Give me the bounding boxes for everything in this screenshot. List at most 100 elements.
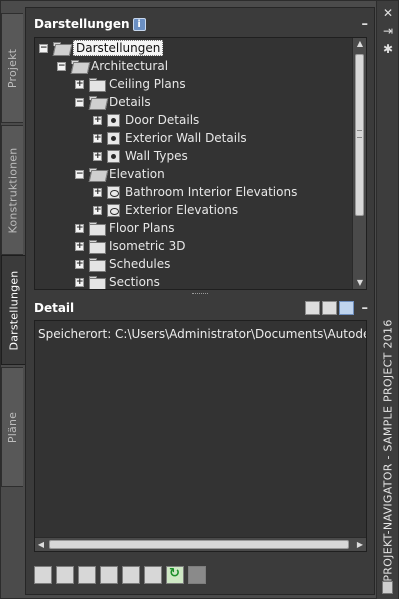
tree-label: Sections	[109, 275, 160, 289]
palette-tabs: Projekt Konstruktionen Darstellungen Plä…	[1, 13, 25, 588]
detail-view-icon	[107, 113, 120, 127]
tree-label: Exterior Elevations	[125, 203, 239, 217]
image-view-icon[interactable]	[338, 301, 354, 315]
new-view-icon[interactable]	[34, 566, 52, 584]
expand-toggle[interactable]: +	[75, 277, 84, 287]
folder-open-icon	[89, 96, 104, 108]
close-icon[interactable]: ✕	[382, 7, 394, 19]
tree-row-schedules[interactable]: + Schedules	[75, 255, 170, 273]
tree-label: Door Details	[125, 113, 200, 127]
expand-toggle[interactable]: +	[93, 115, 102, 125]
folder-icon	[89, 78, 106, 92]
tree-label: Elevation	[109, 167, 165, 181]
clipboard-icon[interactable]	[100, 566, 118, 584]
palette-menu-icon[interactable]	[382, 581, 393, 594]
tab-projekt[interactable]: Projekt	[1, 13, 23, 123]
new-category-icon[interactable]	[56, 566, 74, 584]
project-navigator-palette: Projekt Konstruktionen Darstellungen Plä…	[0, 0, 399, 599]
refresh-icon[interactable]	[166, 566, 184, 584]
tree-label: Darstellungen	[73, 40, 164, 56]
tab-darstellungen[interactable]: Darstellungen	[1, 255, 25, 365]
views-tree: − Darstellungen − Architectural + Ceilin…	[34, 37, 367, 290]
collapse-toggle[interactable]: −	[75, 169, 84, 179]
expand-toggle[interactable]: +	[75, 259, 84, 269]
tree-label: Wall Types	[125, 149, 188, 163]
tree-row-architectural[interactable]: − Architectural	[57, 57, 168, 75]
tree-row-door-details[interactable]: + Door Details	[93, 111, 199, 129]
detail-horizontal-scrollbar[interactable]: ◀ ▶	[35, 537, 366, 551]
expand-toggle[interactable]: +	[93, 205, 102, 215]
scroll-grip-icon	[357, 130, 362, 138]
views-panel-header: Darstellungen i –	[34, 14, 368, 34]
folder-open-icon	[71, 60, 86, 72]
detail-view-buttons	[304, 301, 354, 315]
folder-icon	[89, 240, 106, 254]
expand-toggle[interactable]: +	[93, 151, 102, 161]
tree-vertical-scrollbar[interactable]: ▲ ▼	[352, 38, 366, 289]
scroll-thumb[interactable]	[49, 540, 349, 549]
folder-icon	[89, 222, 106, 236]
detail-location-text: Speicherort: C:\Users\Administrator\Docu…	[38, 327, 367, 341]
palette-content: Darstellungen i – − Darstellungen − Arch…	[25, 7, 375, 595]
collapse-toggle[interactable]: −	[39, 43, 48, 53]
scroll-left-icon[interactable]: ◀	[35, 538, 47, 551]
open-view-icon[interactable]	[78, 566, 96, 584]
expand-toggle[interactable]: +	[75, 223, 84, 233]
palette-title-bar[interactable]: ✕ ⇥ ✱ PROJEKT-NAVIGATOR - SAMPLE PROJECT…	[376, 1, 398, 599]
properties-icon[interactable]: ✱	[382, 43, 394, 55]
tree-label: Architectural	[91, 59, 169, 73]
scroll-right-icon[interactable]: ▶	[354, 538, 366, 551]
tree-row-sections[interactable]: + Sections	[75, 273, 160, 289]
detail-area: Speicherort: C:\Users\Administrator\Docu…	[34, 320, 367, 552]
tree-row-details[interactable]: − Details	[75, 93, 151, 111]
tree-label: Bathroom Interior Elevations	[125, 185, 298, 199]
folder-open-icon	[53, 42, 68, 54]
collapse-detail-button[interactable]: –	[362, 301, 369, 316]
elevation-view-icon	[107, 203, 120, 217]
info-icon[interactable]: i	[132, 17, 146, 31]
tab-konstruktionen[interactable]: Konstruktionen	[1, 125, 23, 255]
tree-row-darstellungen[interactable]: − Darstellungen	[39, 39, 164, 57]
repath-icon[interactable]	[188, 566, 206, 584]
tree-label: Floor Plans	[109, 221, 175, 235]
folder-open-icon	[89, 168, 104, 180]
tree-row-bathroom-interior-elevations[interactable]: + Bathroom Interior Elevations	[93, 183, 297, 201]
tree-row-ceiling-plans[interactable]: + Ceiling Plans	[75, 75, 186, 93]
table-icon[interactable]	[144, 566, 162, 584]
preview-icon[interactable]	[304, 301, 320, 315]
detail-list-icon[interactable]	[321, 301, 337, 315]
regenerate-icon[interactable]	[122, 566, 140, 584]
tree-row-exterior-wall-details[interactable]: + Exterior Wall Details	[93, 129, 247, 147]
scroll-down-icon[interactable]: ▼	[353, 277, 366, 289]
tab-plaene[interactable]: Pläne	[1, 367, 23, 487]
expand-toggle[interactable]: +	[93, 133, 102, 143]
autohide-icon[interactable]: ⇥	[382, 25, 394, 37]
detail-panel-title: Detail	[34, 301, 75, 315]
tree-label: Isometric 3D	[109, 239, 186, 253]
expand-toggle[interactable]: +	[93, 187, 102, 197]
tree-row-exterior-elevations[interactable]: + Exterior Elevations	[93, 201, 238, 219]
tree-row-wall-types[interactable]: + Wall Types	[93, 147, 188, 165]
tree-label: Details	[109, 95, 151, 109]
detail-panel-header: Detail –	[34, 298, 368, 318]
tree-row-floor-plans[interactable]: + Floor Plans	[75, 219, 174, 237]
tree-label: Ceiling Plans	[109, 77, 186, 91]
detail-view-icon	[107, 149, 120, 163]
bottom-toolbar	[34, 564, 206, 586]
scroll-up-icon[interactable]: ▲	[353, 38, 366, 50]
elevation-view-icon	[107, 185, 120, 199]
palette-title: PROJEKT-NAVIGATOR - SAMPLE PROJECT 2016	[381, 318, 395, 582]
detail-view-icon	[107, 131, 120, 145]
tree-label: Schedules	[109, 257, 171, 271]
expand-toggle[interactable]: +	[75, 241, 84, 251]
tree-label: Exterior Wall Details	[125, 131, 247, 145]
tree-row-isometric-3d[interactable]: + Isometric 3D	[75, 237, 185, 255]
folder-icon	[89, 276, 106, 289]
expand-toggle[interactable]: +	[75, 79, 84, 89]
tree-row-elevation[interactable]: − Elevation	[75, 165, 165, 183]
collapse-toggle[interactable]: −	[57, 61, 66, 71]
collapse-toggle[interactable]: −	[75, 97, 84, 107]
views-panel-title: Darstellungen	[34, 17, 130, 31]
panel-splitter[interactable]	[34, 291, 367, 297]
collapse-views-button[interactable]: –	[362, 17, 369, 32]
